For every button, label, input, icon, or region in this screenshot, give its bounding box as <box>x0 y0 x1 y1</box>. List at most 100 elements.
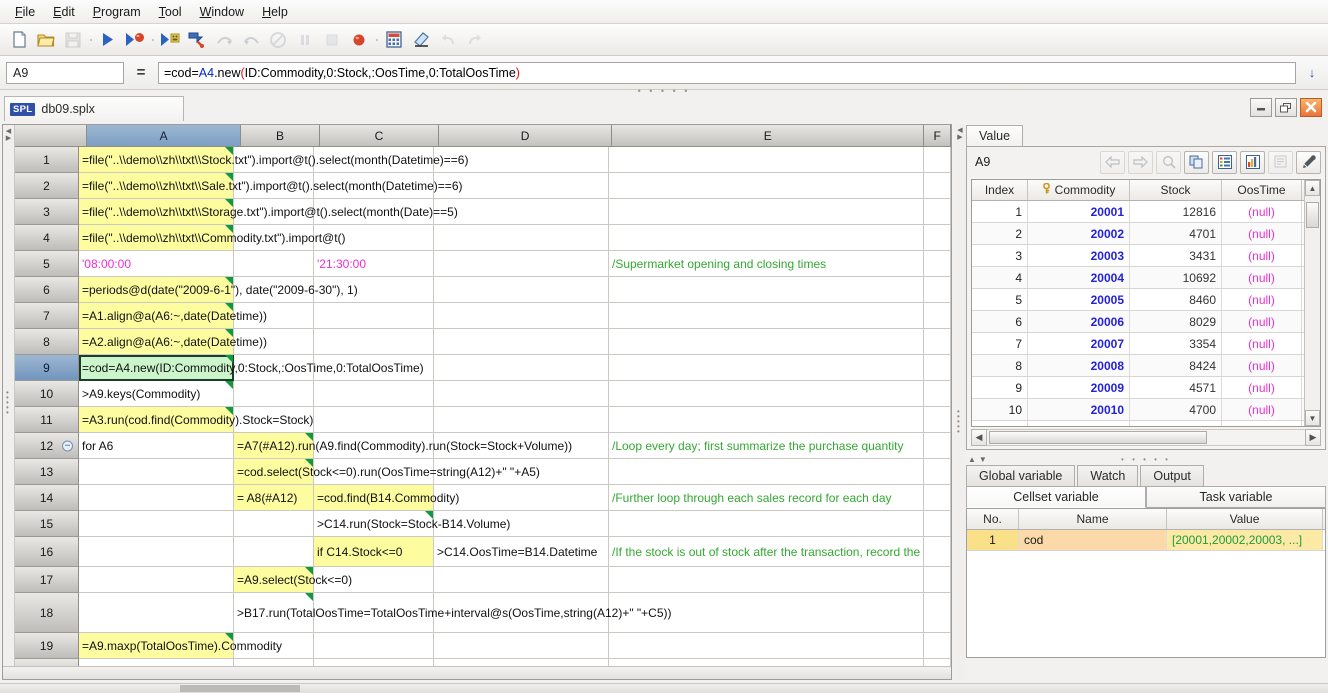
cell-E16[interactable]: /If the stock is out of stock after the … <box>609 537 924 567</box>
cell-A9[interactable]: =cod=A4.new(ID:Commodity,0:Stock,:OosTim… <box>79 355 234 381</box>
value-vscroll-thumb[interactable] <box>1306 202 1319 228</box>
cell-A18[interactable] <box>79 593 234 633</box>
formula-expand-icon[interactable]: ↓ <box>1302 62 1322 84</box>
cell-E2[interactable] <box>609 173 924 199</box>
cell-D16[interactable]: >C14.OosTime=B14.Datetime <box>434 537 609 567</box>
row-header-3[interactable]: 3 <box>15 199 79 225</box>
row-header-9[interactable]: 9 <box>15 355 79 381</box>
value-table-row[interactable]: 7200073354(null) <box>972 333 1320 355</box>
cell-F5[interactable] <box>924 251 951 277</box>
cv-col-name[interactable]: Name <box>1019 509 1167 529</box>
hscroll-thumb[interactable] <box>989 431 1207 444</box>
cell-F2[interactable] <box>924 173 951 199</box>
sheet-horizontal-scrollbar[interactable] <box>3 666 951 679</box>
grid-corner[interactable] <box>15 125 87 147</box>
cell-C19[interactable] <box>314 633 434 659</box>
panel-splitter-dots[interactable]: • • • • • <box>1121 455 1171 464</box>
cell-B17[interactable]: =A9.select(Stock<=0) <box>234 567 314 593</box>
column-header-A[interactable]: A <box>87 125 241 147</box>
cell-A16[interactable] <box>79 537 234 567</box>
cell-D8[interactable] <box>434 329 609 355</box>
cell-E17[interactable] <box>609 567 924 593</box>
cell-E10[interactable] <box>609 381 924 407</box>
cell-E1[interactable] <box>609 147 924 173</box>
value-table-row[interactable]: 12000112816(null) <box>972 201 1320 223</box>
row-header-4[interactable]: 4 <box>15 225 79 251</box>
cv-col-no[interactable]: No. <box>967 509 1019 529</box>
cell-A6[interactable]: =periods@d(date("2009-6-1"), date("2009-… <box>79 277 234 303</box>
value-table-row[interactable]: 1120011(null) <box>972 421 1320 427</box>
cell-A15[interactable] <box>79 511 234 537</box>
cell-B18[interactable]: >B17.run(TotalOosTime=TotalOosTime+inter… <box>234 593 314 633</box>
cell-A2[interactable]: =file("..\\demo\\zh\\txt\\Sale.txt").imp… <box>79 173 234 199</box>
hscroll-left-icon[interactable]: ◀ <box>971 429 987 446</box>
cell-E12[interactable]: /Loop every day; first summarize the pur… <box>609 433 924 459</box>
value-table-row[interactable]: 10200104700(null) <box>972 399 1320 421</box>
cell-C14[interactable]: =cod.find(B14.Commodity) <box>314 485 434 511</box>
execute-to-cursor-icon[interactable] <box>184 27 210 53</box>
new-file-icon[interactable] <box>6 27 32 53</box>
panel-collapse-arrows-icon[interactable]: ▲▼ <box>966 455 990 464</box>
cell-F12[interactable] <box>924 433 951 459</box>
right-rail-splitter[interactable]: ••••• <box>957 409 960 434</box>
debug-run-icon[interactable] <box>122 27 148 53</box>
hscroll-track[interactable] <box>987 429 1305 446</box>
cv-col-value[interactable]: Value <box>1167 509 1323 529</box>
cell-B10[interactable] <box>234 381 314 407</box>
cell-D11[interactable] <box>434 407 609 433</box>
cell-F10[interactable] <box>924 381 951 407</box>
cellset-variable-body[interactable]: 1cod[20001,20002,20003, ...] <box>967 530 1325 551</box>
value-table-row[interactable]: 2200024701(null) <box>972 223 1320 245</box>
breakpoint-icon[interactable] <box>346 27 372 53</box>
cell-E6[interactable] <box>609 277 924 303</box>
cell-B5[interactable] <box>234 251 314 277</box>
cell-E13[interactable] <box>609 459 924 485</box>
value-col-oostime[interactable]: OosTime <box>1222 180 1302 200</box>
column-header-D[interactable]: D <box>439 125 612 147</box>
cell-E5[interactable]: /Supermarket opening and closing times <box>609 251 924 277</box>
hscroll-right-icon[interactable]: ▶ <box>1305 429 1321 446</box>
cell-E8[interactable] <box>609 329 924 355</box>
cell-A4[interactable]: =file("..\\demo\\zh\\txt\\Commodity.txt"… <box>79 225 234 251</box>
cell-C8[interactable] <box>314 329 434 355</box>
cell-A7[interactable]: =A1.align@a(A6:~,date(Datetime)) <box>79 303 234 329</box>
tab-watch[interactable]: Watch <box>1077 465 1138 486</box>
cell-E3[interactable] <box>609 199 924 225</box>
cell-F15[interactable] <box>924 511 951 537</box>
spreadsheet-grid[interactable]: ABCDEF1=file("..\\demo\\zh\\txt\\Stock.t… <box>15 125 951 679</box>
cell-A1[interactable]: =file("..\\demo\\zh\\txt\\Stock.txt").im… <box>79 147 234 173</box>
run-icon[interactable] <box>95 27 121 53</box>
cell-D3[interactable] <box>434 199 609 225</box>
cell-A3[interactable]: =file("..\\demo\\zh\\txt\\Storage.txt").… <box>79 199 234 225</box>
value-col-index[interactable]: Index <box>972 180 1028 200</box>
cell-B13[interactable]: =cod.select(Stock<=0).run(OosTime=string… <box>234 459 314 485</box>
row-header-13[interactable]: 13 <box>15 459 79 485</box>
right-rail-down-icon[interactable]: ▶ <box>954 134 966 141</box>
column-header-F[interactable]: F <box>924 125 951 147</box>
row-header-2[interactable]: 2 <box>15 173 79 199</box>
cell-F6[interactable] <box>924 277 951 303</box>
value-table-row[interactable]: 8200088424(null) <box>972 355 1320 377</box>
cell-E4[interactable] <box>609 225 924 251</box>
row-header-17[interactable]: 17 <box>15 567 79 593</box>
cell-A10[interactable]: >A9.keys(Commodity) <box>79 381 234 407</box>
value-table-row[interactable]: 42000410692(null) <box>972 267 1320 289</box>
cell-F4[interactable] <box>924 225 951 251</box>
file-tab-db09[interactable]: SPL db09.splx <box>4 96 184 121</box>
cell-C11[interactable] <box>314 407 434 433</box>
cell-D4[interactable] <box>434 225 609 251</box>
cellset-variable-table[interactable]: No.NameValue 1cod[20001,20002,20003, ...… <box>966 508 1326 658</box>
value-horizontal-scrollbar[interactable]: ◀ ▶ <box>971 429 1321 446</box>
menu-edit[interactable]: Edit <box>44 2 84 22</box>
open-file-icon[interactable] <box>33 27 59 53</box>
value-col-stock[interactable]: Stock <box>1130 180 1222 200</box>
list-view-icon[interactable] <box>1212 151 1237 174</box>
right-rail-up-icon[interactable]: ◀ <box>954 124 966 134</box>
cell-C15[interactable]: >C14.run(Stock=Stock-B14.Volume) <box>314 511 434 537</box>
rail-down-arrow-icon[interactable]: ▶ <box>3 135 14 142</box>
value-table-row[interactable]: 6200068029(null) <box>972 311 1320 333</box>
close-button[interactable] <box>1300 98 1322 117</box>
rail-up-arrow-icon[interactable]: ◀ <box>3 125 14 135</box>
value-table-row[interactable]: 9200094571(null) <box>972 377 1320 399</box>
tab-output[interactable]: Output <box>1140 465 1204 486</box>
